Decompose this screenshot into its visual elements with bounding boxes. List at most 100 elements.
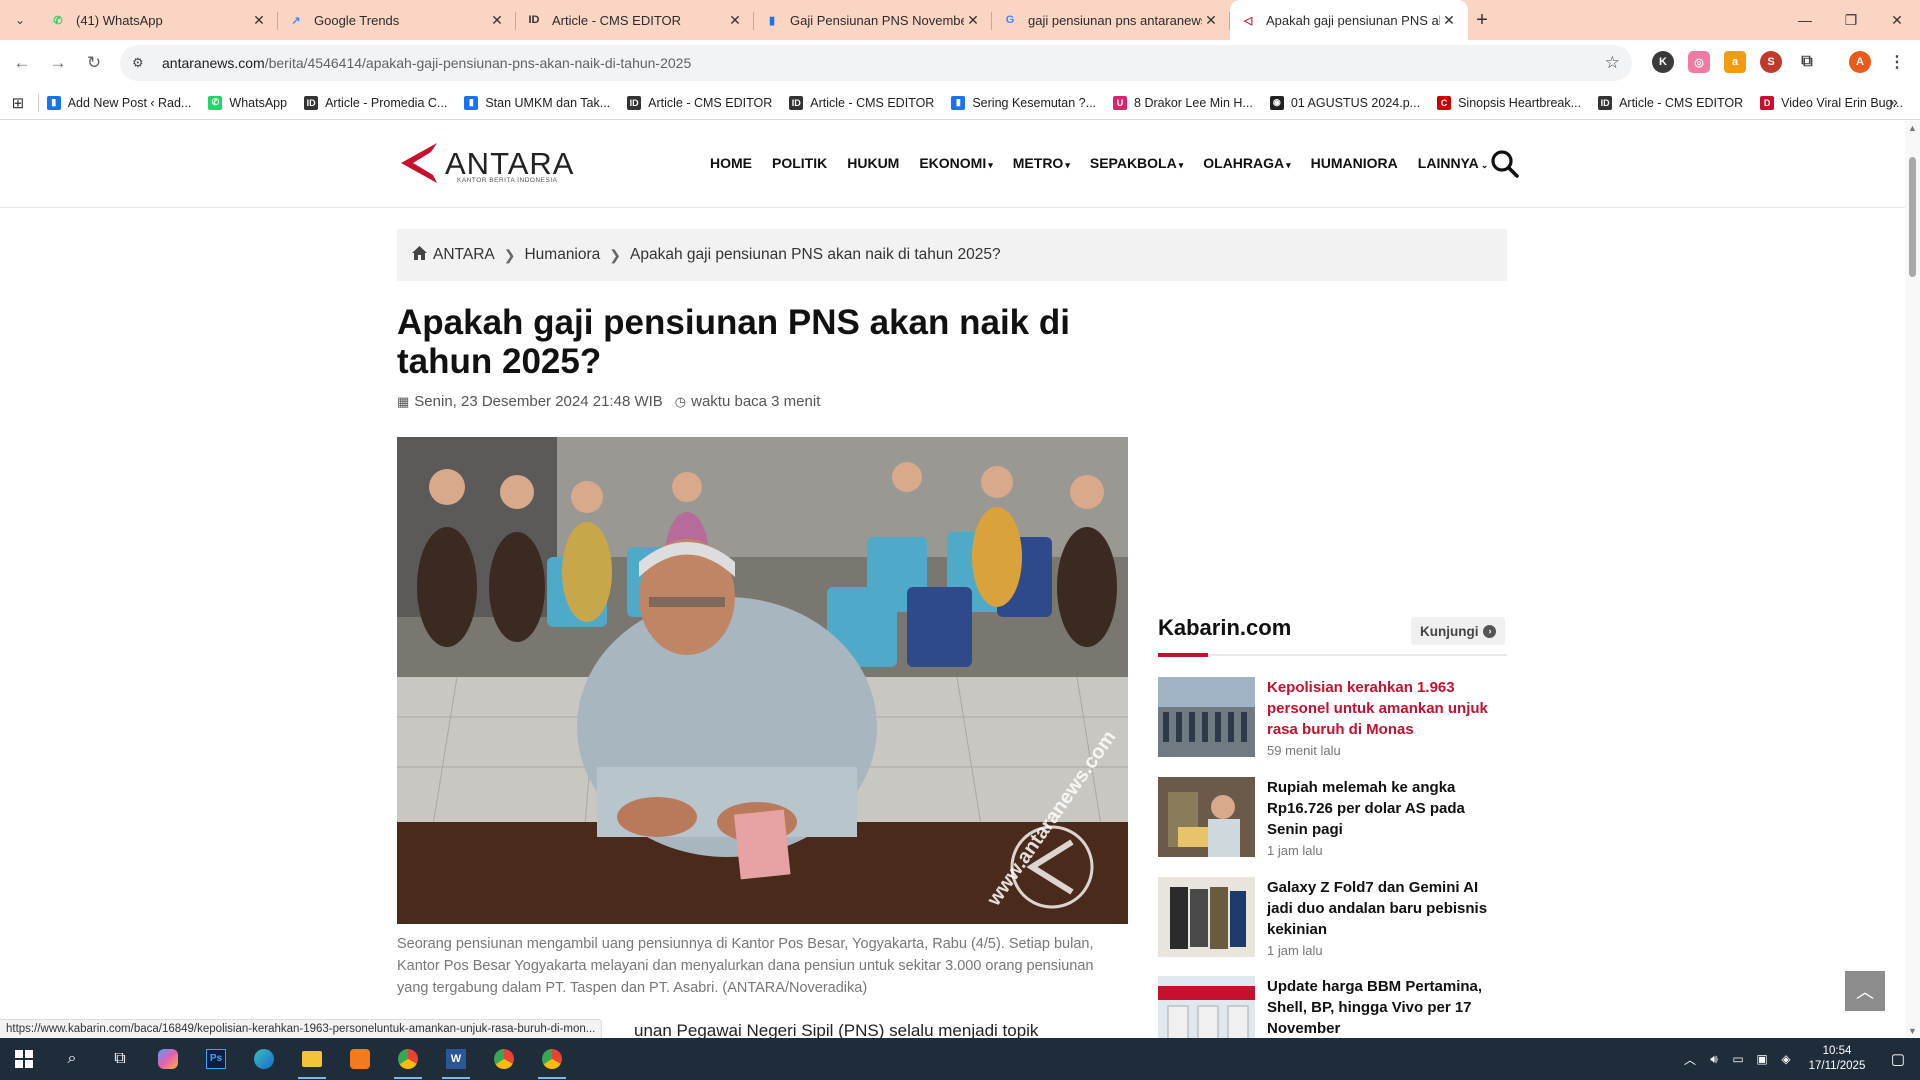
browser-tab[interactable]: ◁ Apakah gaji pensiunan PNS akan✕ xyxy=(1230,0,1468,40)
minimize-button[interactable]: — xyxy=(1782,0,1828,40)
browser-tab[interactable]: ↗ Google Trends ✕ xyxy=(278,0,516,40)
back-to-top-button[interactable]: ︿ xyxy=(1845,971,1885,1011)
nav-item-ekonomi[interactable]: EKONOMI ▾ xyxy=(919,155,992,171)
extension-k-icon[interactable]: K xyxy=(1652,51,1674,73)
news-headline[interactable]: Update harga BBM Pertamina, Shell, BP, h… xyxy=(1267,976,1507,1038)
bookmark-item[interactable]: ID Article - CMS EDITOR xyxy=(789,95,934,110)
nav-item-home[interactable]: HOME xyxy=(710,155,752,171)
scroll-up-arrow-icon[interactable]: ▲ xyxy=(1908,123,1917,133)
extension-a-icon[interactable]: a xyxy=(1724,51,1746,73)
network-icon[interactable]: ▭ xyxy=(1726,1052,1750,1066)
bookmark-label: Article - CMS EDITOR xyxy=(1619,95,1744,110)
notifications-icon[interactable]: ▢ xyxy=(1876,1050,1920,1068)
bookmark-item[interactable]: ▮ Stan UMKM dan Tak... xyxy=(464,95,610,110)
orange-app-icon[interactable] xyxy=(336,1038,384,1080)
address-bar[interactable]: ⚙ antaranews.com/berita/4546414/apakah-g… xyxy=(120,45,1632,81)
browser-menu-icon[interactable]: ⋮ xyxy=(1886,51,1908,73)
news-item[interactable]: Galaxy Z Fold7 dan Gemini AI jadi duo an… xyxy=(1158,877,1507,958)
news-headline[interactable]: Galaxy Z Fold7 dan Gemini AI jadi duo an… xyxy=(1267,877,1507,940)
nav-item-metro[interactable]: METRO ▾ xyxy=(1013,155,1070,171)
kabarin-widget-title[interactable]: Kabarin.com xyxy=(1158,615,1291,641)
url-path: /berita/4546414/apakah-gaji-pensiunan-pn… xyxy=(264,55,692,71)
news-thumbnail[interactable] xyxy=(1158,976,1255,1038)
photoshop-icon[interactable]: Ps xyxy=(192,1038,240,1080)
restore-button[interactable]: ❐ xyxy=(1828,0,1874,40)
nav-item-humaniora[interactable]: HUMANIORA xyxy=(1311,155,1398,171)
new-tab-button[interactable]: + xyxy=(1470,8,1494,32)
display-icon[interactable]: ▣ xyxy=(1750,1052,1774,1066)
browser-tab[interactable]: Ggaji pensiunan pns antaranews ✕ xyxy=(992,0,1230,40)
nav-item-hukum[interactable]: HUKUM xyxy=(847,155,899,171)
bookmark-item[interactable]: U 8 Drakor Lee Min H... xyxy=(1113,95,1253,110)
site-info-icon[interactable]: ⚙ xyxy=(132,55,152,71)
scrollbar-thumb[interactable] xyxy=(1909,157,1916,277)
caret-down-icon: ⌄ xyxy=(1480,160,1489,170)
profile-avatar[interactable]: A xyxy=(1849,51,1871,73)
windows-start-icon[interactable] xyxy=(0,1038,48,1080)
browser-tab[interactable]: ID Article - CMS EDITOR ✕ xyxy=(516,0,754,40)
forward-button[interactable]: → xyxy=(40,45,76,81)
nav-item-olahraga[interactable]: OLAHRAGA ▾ xyxy=(1203,155,1290,171)
search-icon[interactable] xyxy=(1490,149,1520,179)
browser-tab[interactable]: ▮ Gaji Pensiunan PNS November ✕ xyxy=(754,0,992,40)
antara-logo[interactable]: ANTARA KANTOR BERITA INDONESIA xyxy=(397,141,577,187)
system-clock[interactable]: 10:54 17/11/2025 xyxy=(1798,1044,1876,1074)
news-headline[interactable]: Rupiah melemah ke angka Rp16.726 per dol… xyxy=(1267,777,1507,840)
more-bookmarks-icon[interactable]: » xyxy=(1889,94,1898,112)
breadcrumb-category-link[interactable]: Humaniora xyxy=(524,246,600,264)
bookmark-item[interactable]: ◉ 01 AGUSTUS 2024.p... xyxy=(1269,95,1420,110)
copilot-icon[interactable] xyxy=(144,1038,192,1080)
news-thumbnail[interactable] xyxy=(1158,777,1255,857)
bookmark-item[interactable]: ID Article - Promedia C... xyxy=(304,95,448,110)
volume-icon[interactable]: 🔊︎ xyxy=(1702,1052,1726,1067)
close-tab-icon[interactable]: ✕ xyxy=(1440,11,1458,29)
extensions-puzzle-icon[interactable]: ⧉ xyxy=(1796,51,1818,73)
news-thumbnail[interactable] xyxy=(1158,877,1255,957)
bookmark-item[interactable]: ▮ Sering Kesemutan ?... xyxy=(951,95,1096,110)
visit-button[interactable]: Kunjungi › xyxy=(1411,617,1506,645)
task-view-icon[interactable]: ⧉ xyxy=(96,1038,144,1080)
bookmark-item[interactable]: ▮ Add New Post ‹ Rad... xyxy=(46,95,191,110)
bookmark-item[interactable]: ID Article - CMS EDITOR xyxy=(627,95,772,110)
page-scrollbar[interactable]: ▲ ▼ xyxy=(1905,121,1920,1038)
close-tab-icon[interactable]: ✕ xyxy=(488,11,506,29)
scroll-down-arrow-icon[interactable]: ▼ xyxy=(1908,1026,1917,1036)
close-window-button[interactable]: ✕ xyxy=(1874,0,1920,40)
security-icon[interactable]: ◈ xyxy=(1774,1052,1798,1066)
bookmark-item[interactable]: ✆ WhatsApp xyxy=(208,95,287,110)
chrome-profile-2-icon[interactable] xyxy=(528,1038,576,1080)
tab-search-button[interactable]: ⌄ xyxy=(8,8,32,32)
news-item[interactable]: Update harga BBM Pertamina, Shell, BP, h… xyxy=(1158,976,1507,1038)
file-explorer-icon[interactable] xyxy=(288,1038,336,1080)
bookmark-item[interactable]: ID Article - CMS EDITOR xyxy=(1598,95,1744,110)
bookmark-star-icon[interactable]: ☆ xyxy=(1605,53,1620,73)
news-thumbnail[interactable] xyxy=(1158,677,1255,757)
close-tab-icon[interactable]: ✕ xyxy=(1202,11,1220,29)
extension-lastpass-icon[interactable]: S xyxy=(1760,51,1782,73)
close-tab-icon[interactable]: ✕ xyxy=(250,11,268,29)
bookmark-item[interactable]: C Sinopsis Heartbreak... xyxy=(1437,95,1581,110)
nav-item-politik[interactable]: POLITIK xyxy=(772,155,827,171)
close-tab-icon[interactable]: ✕ xyxy=(964,11,982,29)
nav-item-lainnya[interactable]: LAINNYA ⌄ xyxy=(1418,155,1488,171)
news-headline[interactable]: Kepolisian kerahkan 1.963 personel untuk… xyxy=(1267,677,1507,740)
web-page: ANTARA KANTOR BERITA INDONESIA HOME POLIT… xyxy=(0,121,1905,1038)
bookmark-item[interactable]: D Video Viral Erin Bug... xyxy=(1760,95,1903,110)
chrome-icon[interactable] xyxy=(480,1038,528,1080)
close-tab-icon[interactable]: ✕ xyxy=(726,11,744,29)
back-button[interactable]: ← xyxy=(4,45,40,81)
tray-chevron-up-icon[interactable]: ︿ xyxy=(1678,1051,1702,1068)
apps-grid-icon[interactable]: ⊞ xyxy=(0,94,36,112)
word-icon[interactable]: W xyxy=(432,1038,480,1080)
nav-item-sepakbola[interactable]: SEPAKBOLA ▾ xyxy=(1090,155,1183,171)
search-taskbar-icon[interactable]: ⌕ xyxy=(48,1038,96,1080)
chrome-profile-icon[interactable] xyxy=(384,1038,432,1080)
bookmark-label: Article - Promedia C... xyxy=(325,95,448,110)
news-item[interactable]: Kepolisian kerahkan 1.963 personel untuk… xyxy=(1158,677,1507,758)
browser-tab[interactable]: ✆ (41) WhatsApp ✕ xyxy=(40,0,278,40)
reload-button[interactable]: ↻ xyxy=(76,45,112,81)
news-item[interactable]: Rupiah melemah ke angka Rp16.726 per dol… xyxy=(1158,777,1507,858)
edge-icon[interactable] xyxy=(240,1038,288,1080)
extension-instagram-icon[interactable]: ◎ xyxy=(1688,51,1710,73)
breadcrumb-home-link[interactable]: ANTARA xyxy=(433,246,495,264)
